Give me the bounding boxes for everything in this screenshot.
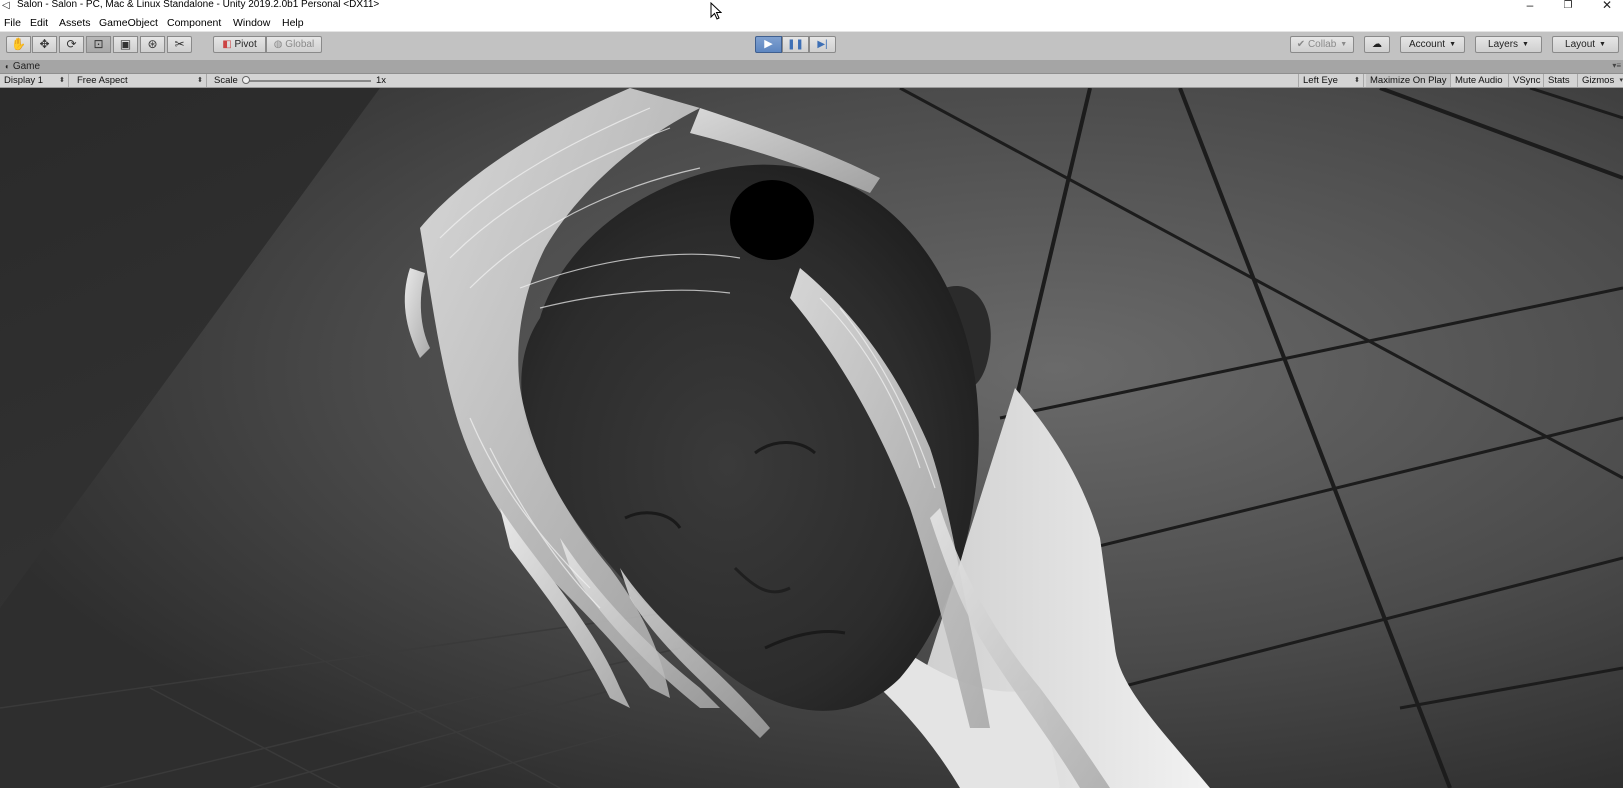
stats-toggle[interactable]: Stats — [1544, 74, 1578, 87]
game-view-icon: ◐ — [5, 62, 10, 71]
aspect-dropdown[interactable]: Free Aspect ⬍ — [73, 74, 207, 87]
move-icon: ✥ — [39, 37, 50, 51]
rotate-icon: ⟳ — [66, 37, 77, 51]
rect-icon: ▣ — [119, 37, 132, 51]
collab-label: Collab — [1307, 39, 1337, 50]
layers-label: Layers — [1488, 39, 1519, 50]
game-viewport[interactable] — [0, 88, 1623, 788]
scale-slider-track[interactable] — [247, 80, 371, 82]
game-view-toolbar: Display 1 ⬍ Free Aspect ⬍ Scale 1x Left … — [0, 74, 1623, 88]
play-button[interactable]: ▶ — [755, 36, 782, 53]
chevron-down-icon: ▼ — [1522, 41, 1529, 48]
cloud-button[interactable]: ☁ — [1364, 36, 1390, 53]
mute-label: Mute Audio — [1455, 75, 1503, 86]
rotate-tool-button[interactable]: ⟳ — [59, 36, 84, 53]
pause-icon: ❚❚ — [787, 39, 804, 50]
move-tool-button[interactable]: ✥ — [32, 36, 57, 53]
rect-tool-button[interactable]: ▣ — [113, 36, 138, 53]
pivot-label: Pivot — [234, 39, 257, 50]
scene-render — [0, 88, 1623, 788]
scale-value: 1x — [376, 75, 387, 86]
scale-tool-button[interactable]: ⊡ — [86, 36, 111, 53]
aspect-label: Free Aspect — [77, 75, 128, 86]
menu-bar: File Edit Assets GameObject Component Wi… — [0, 12, 1623, 32]
chevron-updown-icon: ⬍ — [59, 77, 65, 84]
maximize-on-play-toggle[interactable]: Maximize On Play — [1366, 74, 1451, 87]
display-dropdown[interactable]: Display 1 ⬍ — [0, 74, 69, 87]
main-toolbar: ✋ ✥ ⟳ ⊡ ▣ ⊛ ✂ ◧ Pivot ◍ Global ▶ ❚❚ ▶| ✔… — [0, 32, 1623, 60]
global-toggle[interactable]: ◍ Global — [266, 36, 322, 53]
chevron-down-icon: ▼ — [1599, 41, 1606, 48]
unity-logo-icon: ◁ — [2, 0, 10, 11]
collab-button[interactable]: ✔ Collab ▼ — [1290, 36, 1354, 53]
chevron-down-icon: ▾ — [1619, 77, 1623, 84]
cloud-icon: ☁ — [1372, 39, 1382, 50]
account-dropdown[interactable]: Account ▼ — [1400, 36, 1465, 53]
eye-dropdown[interactable]: Left Eye ⬍ — [1298, 74, 1364, 87]
hand-tool-button[interactable]: ✋ — [6, 36, 31, 53]
minimize-icon[interactable]: – — [1520, 0, 1540, 12]
layers-dropdown[interactable]: Layers ▼ — [1475, 36, 1542, 53]
scale-label: Scale — [214, 75, 238, 86]
menu-assets[interactable]: Assets — [59, 16, 91, 30]
global-label: Global — [285, 39, 315, 50]
custom-tool-button[interactable]: ✂ — [167, 36, 192, 53]
checkmark-icon: ✔ — [1296, 39, 1306, 50]
chevron-updown-icon: ⬍ — [1354, 77, 1360, 84]
marker-dot — [730, 180, 814, 260]
hand-icon: ✋ — [11, 37, 26, 51]
play-icon: ▶ — [764, 38, 773, 50]
transform-icon: ⊛ — [147, 37, 158, 51]
chevron-updown-icon: ⬍ — [197, 77, 203, 84]
custom-tool-icon: ✂ — [174, 37, 185, 51]
tab-game-label: Game — [12, 61, 41, 72]
menu-edit[interactable]: Edit — [30, 16, 48, 30]
step-button[interactable]: ▶| — [809, 36, 836, 53]
panel-tab-bar: ◐ Game ▾≡ — [0, 60, 1623, 74]
menu-gameobject[interactable]: GameObject — [99, 16, 158, 30]
menu-component[interactable]: Component — [167, 16, 221, 30]
chevron-down-icon: ▼ — [1340, 41, 1348, 48]
step-icon: ▶| — [817, 39, 828, 50]
gizmos-label: Gizmos — [1582, 75, 1615, 86]
scale-icon: ⊡ — [93, 37, 104, 51]
chevron-down-icon: ▼ — [1449, 41, 1457, 48]
eye-label: Left Eye — [1303, 75, 1338, 86]
tab-game[interactable]: ◐ Game — [0, 60, 46, 74]
stats-label: Stats — [1548, 75, 1570, 86]
account-label: Account — [1408, 39, 1446, 50]
vsync-label: VSync — [1513, 75, 1541, 86]
close-icon[interactable]: ✕ — [1597, 0, 1617, 12]
layout-label: Layout — [1565, 39, 1596, 50]
maximize-label: Maximize On Play — [1370, 75, 1447, 86]
gizmos-dropdown[interactable]: Gizmos ▾ — [1578, 74, 1623, 87]
panel-menu-icon[interactable]: ▾≡ — [1612, 61, 1621, 70]
pause-button[interactable]: ❚❚ — [782, 36, 809, 53]
mute-audio-toggle[interactable]: Mute Audio — [1451, 74, 1509, 87]
global-icon: ◍ — [273, 39, 283, 50]
title-bar: ◁ Salon - Salon - PC, Mac & Linux Standa… — [0, 0, 1623, 12]
transform-tool-button[interactable]: ⊛ — [140, 36, 165, 53]
menu-file[interactable]: File — [4, 16, 21, 30]
scale-slider-thumb[interactable] — [242, 76, 250, 84]
pivot-icon: ◧ — [222, 39, 232, 50]
vsync-toggle[interactable]: VSync — [1509, 74, 1544, 87]
menu-help[interactable]: Help — [282, 16, 304, 30]
pivot-toggle[interactable]: ◧ Pivot — [213, 36, 266, 53]
layout-dropdown[interactable]: Layout ▼ — [1552, 36, 1619, 53]
mouse-cursor-icon — [710, 1, 723, 20]
display-label: Display 1 — [4, 75, 44, 86]
menu-window[interactable]: Window — [233, 16, 270, 30]
window-title: Salon - Salon - PC, Mac & Linux Standalo… — [17, 0, 380, 10]
